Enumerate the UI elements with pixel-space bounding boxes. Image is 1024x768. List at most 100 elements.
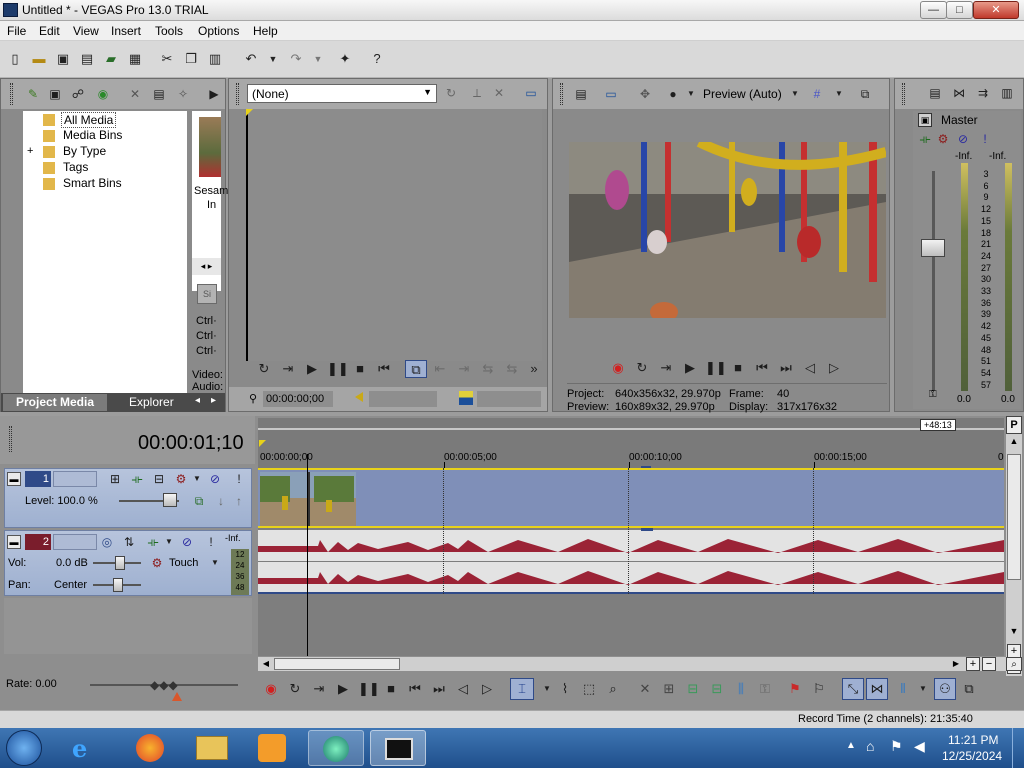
volume-muted-icon[interactable]: ◀ — [914, 738, 925, 755]
trimmer-history-icon[interactable]: ↻ — [443, 85, 459, 101]
loop-playback-icon[interactable]: ↻ — [255, 360, 273, 378]
scroll-down-icon[interactable]: ▼ — [1007, 626, 1021, 640]
overlays-grid-icon[interactable]: # — [809, 86, 825, 102]
next-frame-icon[interactable]: ▷ — [478, 680, 496, 698]
horizontal-scroll-thumb[interactable] — [274, 658, 400, 670]
vertical-scroll-thumb[interactable] — [1007, 454, 1021, 580]
track-fx-icon[interactable]: ⟛ — [129, 471, 145, 487]
scroll-left-icon[interactable]: ◀ — [260, 658, 272, 670]
record-icon[interactable]: ◉ — [609, 359, 627, 377]
track-list-empty[interactable] — [4, 598, 252, 654]
enable-snapping-icon[interactable]: ✦ — [336, 50, 354, 68]
mute-icon[interactable]: ⊘ — [955, 131, 971, 147]
redo-icon[interactable]: ↷ — [287, 50, 305, 68]
envelope-tool-icon[interactable]: ⌇ — [556, 680, 574, 698]
media-fx-icon[interactable]: ▤ — [151, 86, 167, 102]
insert-region-icon[interactable]: ⚐ — [810, 680, 828, 698]
pane-grip[interactable] — [902, 83, 905, 105]
more-arrow-icon[interactable]: ▶ — [206, 86, 222, 102]
preview-properties-icon[interactable]: ▤ — [573, 86, 589, 102]
pause-icon[interactable]: ❚❚ — [358, 680, 380, 698]
network-icon[interactable]: ⌂ — [866, 738, 874, 754]
more-transport-icon[interactable]: » — [525, 360, 543, 378]
arm-record-icon[interactable]: ◎ — [99, 534, 115, 550]
parent-down-icon[interactable]: ↓ — [213, 493, 229, 509]
snapping-icon[interactable]: ⫴ — [894, 680, 912, 698]
chevron-down-icon[interactable]: ▼ — [423, 87, 432, 97]
record-icon[interactable]: ◉ — [262, 680, 280, 698]
taskbar-date[interactable]: 12/25/2024 — [942, 749, 1002, 763]
copy-snapshot-icon[interactable]: ⧉ — [857, 86, 873, 102]
play-icon[interactable]: ▶ — [681, 359, 699, 377]
trimmer-viewer[interactable] — [246, 109, 542, 361]
firefox-icon[interactable] — [136, 734, 164, 762]
stop-icon[interactable]: ■ — [382, 680, 400, 698]
menu-insert[interactable]: Insert — [111, 24, 141, 38]
media-player-icon[interactable] — [258, 734, 286, 762]
track-fx-icon[interactable]: ⟛ — [145, 534, 161, 550]
trimmer-video-monitor-icon[interactable]: ▭ — [523, 85, 539, 101]
tabs-scroll-right-icon[interactable]: ▸ — [211, 395, 216, 406]
trim-end-icon[interactable]: ⊟ — [708, 680, 726, 698]
get-media-web-icon[interactable]: ◉ — [95, 86, 111, 102]
play-icon[interactable]: ▶ — [303, 360, 321, 378]
parent-up-icon[interactable]: ↑ — [231, 493, 247, 509]
zoom-out-time-icon[interactable]: − — [982, 657, 996, 671]
set-out-icon[interactable]: ⇥ — [455, 360, 473, 378]
solo-icon[interactable]: ǃ — [977, 131, 993, 147]
video-track-lane[interactable] — [258, 468, 1004, 528]
downmix-icon[interactable]: ⋈ — [951, 85, 967, 101]
set-in-icon[interactable]: ⇤ — [431, 360, 449, 378]
previous-frame-icon[interactable]: ◁ — [801, 359, 819, 377]
trimmer-toggle-icon[interactable]: ⧉ — [405, 360, 427, 378]
menu-tools[interactable]: Tools — [155, 24, 183, 38]
automation-mode[interactable]: Touch — [169, 557, 198, 569]
auto-crossfade-icon[interactable]: ⋈ — [866, 678, 888, 700]
taskbar-app-1[interactable] — [308, 730, 364, 766]
automation-gear-icon[interactable]: ⚙ — [149, 555, 165, 571]
lock-envelopes-icon[interactable]: ⚇ — [934, 678, 956, 700]
track-collapse-icon[interactable]: ▬ — [7, 472, 21, 486]
go-to-start-icon[interactable]: ⏮ — [753, 359, 771, 377]
chevron-down-icon[interactable]: ▼ — [831, 86, 847, 102]
go-to-start-icon[interactable]: ⏮ — [406, 680, 424, 698]
split-screen-icon[interactable]: ● — [665, 86, 681, 102]
capture-video-icon[interactable]: ▣ — [47, 86, 63, 102]
taskbar-vegas[interactable] — [370, 730, 426, 766]
render-as-icon[interactable]: ▰ — [102, 50, 120, 68]
chevron-down-icon[interactable]: ▼ — [538, 680, 556, 698]
ignore-grouping-icon[interactable]: ⧉ — [960, 680, 978, 698]
action-center-flag-icon[interactable]: ⚑ — [890, 738, 903, 755]
timeline-tracks[interactable] — [258, 454, 1004, 656]
menu-file[interactable]: File — [7, 24, 26, 38]
track-collapse-icon[interactable]: ▬ — [7, 535, 21, 549]
video-fx-icon[interactable]: ✥ — [637, 86, 653, 102]
pane-grip[interactable] — [10, 83, 13, 105]
timeline-vertical-scrollbar[interactable]: ▲ ▼ + − — [1006, 434, 1022, 676]
zoom-edit-tool-icon[interactable]: ⌕ — [604, 680, 622, 698]
undo-icon[interactable]: ↶ — [242, 50, 260, 68]
insert-before-icon[interactable]: ⇆ — [479, 360, 497, 378]
menu-edit[interactable]: Edit — [39, 24, 60, 38]
timeline-horizontal-scrollbar[interactable]: ◀ ▶ + − — [258, 657, 1006, 671]
menu-help[interactable]: Help — [253, 24, 278, 38]
play-from-start-icon[interactable]: ⇥ — [657, 359, 675, 377]
auto-preview-icon[interactable]: ✧ — [175, 86, 191, 102]
zoom-in-vertical-icon[interactable]: + — [1007, 644, 1021, 658]
stop-icon[interactable]: ■ — [729, 359, 747, 377]
mixer-properties-icon[interactable]: ▤ — [927, 85, 943, 101]
properties-icon[interactable]: ▦ — [126, 50, 144, 68]
fx-gear-icon[interactable]: ⚙ — [935, 131, 951, 147]
trimmer-ab-icon[interactable]: ⟂ — [469, 85, 485, 101]
trimmer-clear-icon[interactable]: ✕ — [491, 85, 507, 101]
track-motion-icon[interactable]: ⊞ — [107, 471, 123, 487]
lock-icon[interactable]: ⚿ — [756, 680, 774, 698]
pane-grip[interactable] — [9, 426, 12, 452]
go-to-end-icon[interactable]: ⏭ — [777, 359, 795, 377]
go-to-end-icon[interactable]: ⏭ — [430, 680, 448, 698]
mixer-layout-icon[interactable]: ▥ — [999, 85, 1015, 101]
trimmer-media-dropdown[interactable]: (None) ▼ — [247, 84, 437, 103]
track-invert-icon[interactable]: ⇅ — [121, 534, 137, 550]
tree-item-by-type[interactable]: By Type — [63, 144, 106, 158]
copy-icon[interactable]: ❐ — [182, 50, 200, 68]
